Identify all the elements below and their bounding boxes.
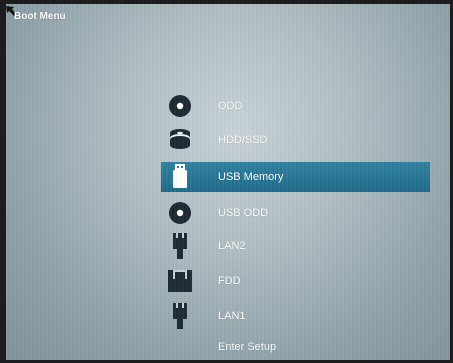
usb-memory-icon (167, 164, 193, 190)
boot-option-odd[interactable]: ODD (161, 91, 430, 121)
network-plug-icon (167, 233, 193, 259)
boot-option-label: FDD (218, 275, 241, 287)
network-plug-icon (167, 303, 193, 329)
floppy-icon (167, 268, 193, 294)
boot-option-label: HDD/SSD (218, 134, 268, 146)
boot-option-usb-odd[interactable]: USB ODD (161, 198, 430, 228)
boot-option-label: Enter Setup (218, 341, 277, 353)
hard-drive-icon (167, 127, 193, 153)
boot-option-label: LAN1 (218, 310, 246, 322)
boot-option-label: LAN2 (218, 240, 246, 252)
boot-option-label: USB Memory (218, 171, 284, 183)
enter-setup-option[interactable]: Enter Setup (161, 332, 430, 360)
disc-icon (167, 93, 193, 119)
boot-option-label: USB ODD (218, 207, 269, 219)
disc-icon (167, 200, 193, 226)
boot-option-hdd-ssd[interactable]: HDD/SSD (161, 125, 430, 155)
boot-option-lan1[interactable]: LAN1 (161, 301, 430, 331)
boot-option-fdd[interactable]: FDD (161, 266, 430, 296)
boot-option-usb-memory[interactable]: USB Memory (161, 162, 430, 192)
boot-option-lan2[interactable]: LAN2 (161, 231, 430, 261)
boot-option-label: ODD (218, 100, 243, 112)
bios-screen: Boot Menu ODD HDD/SSD USB Memory USB ODD… (6, 4, 450, 360)
boot-menu-list: ODD HDD/SSD USB Memory USB ODD LAN2 FDD … (6, 4, 450, 360)
